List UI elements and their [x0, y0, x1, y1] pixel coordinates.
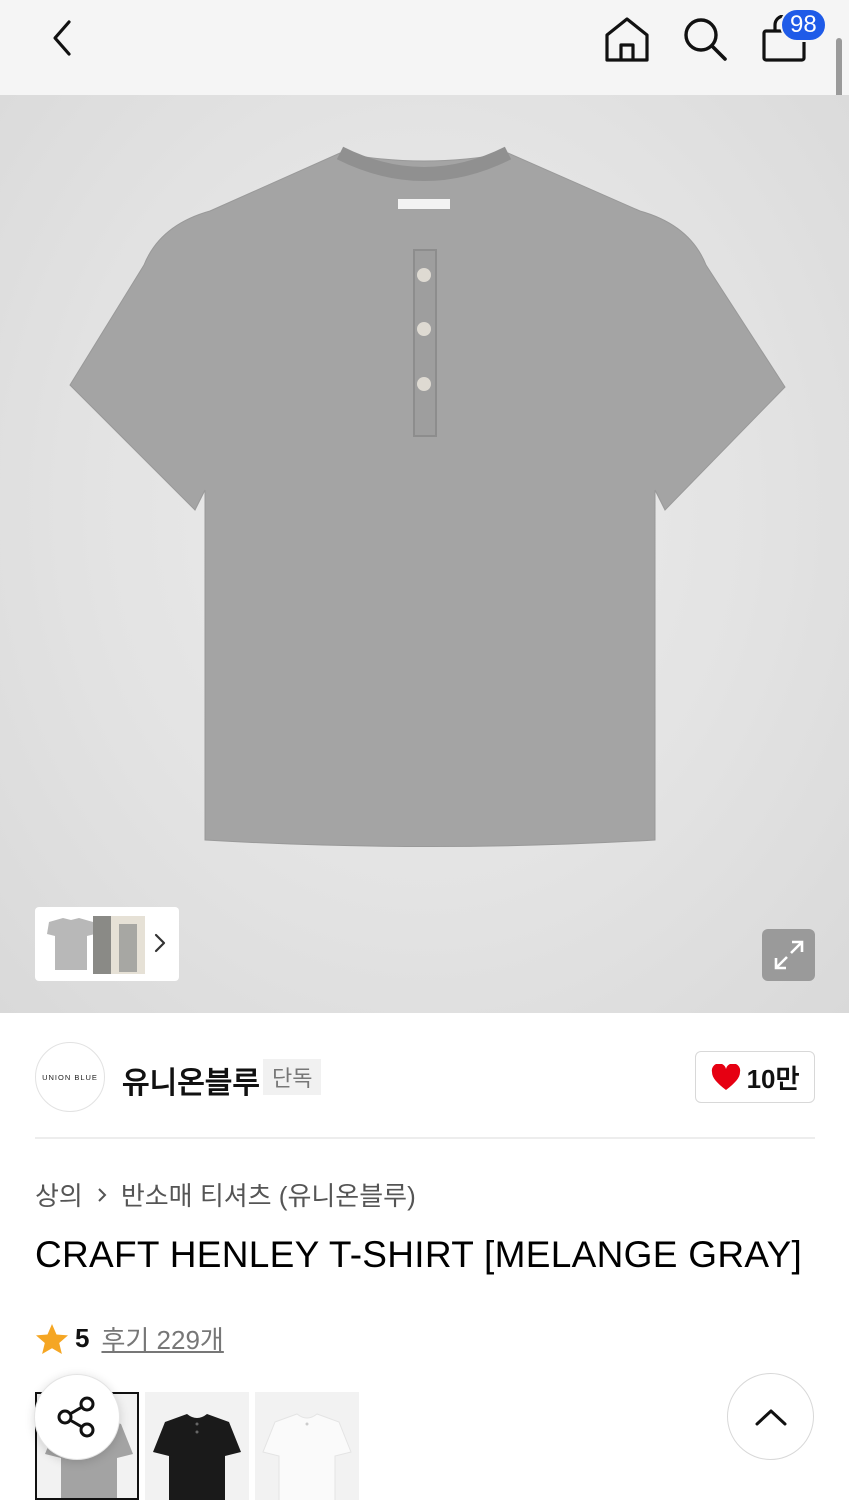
expand-image-button[interactable]	[762, 929, 815, 981]
thumbnail-images	[39, 914, 151, 974]
scroll-to-top-button[interactable]	[727, 1373, 814, 1460]
product-main-image	[69, 146, 786, 847]
brand-logo[interactable]: UNION BLUE	[35, 1042, 105, 1112]
product-image-gallery[interactable]	[0, 95, 849, 1013]
breadcrumb-subcategory[interactable]: 반소매 티셔츠 (유니온블루)	[121, 1176, 416, 1213]
search-button[interactable]	[678, 12, 732, 66]
back-button[interactable]	[36, 12, 88, 64]
brand-name[interactable]: 유니온블루	[122, 1058, 260, 1102]
chevron-left-icon	[53, 20, 71, 56]
product-title: CRAFT HENLEY T-SHIRT [MELANGE GRAY]	[35, 1234, 803, 1275]
breadcrumb: 상의 반소매 티셔츠 (유니온블루)	[35, 1176, 416, 1213]
variant-white[interactable]	[255, 1392, 359, 1500]
search-icon	[684, 18, 727, 61]
home-button[interactable]	[600, 12, 654, 66]
heart-icon	[711, 1063, 740, 1090]
chevron-up-icon	[755, 1409, 786, 1425]
cart-count-badge: 98	[780, 8, 827, 42]
expand-icon	[774, 940, 803, 970]
share-button[interactable]	[34, 1374, 120, 1460]
variant-image	[262, 1413, 352, 1500]
exclusive-tag: 단독	[263, 1059, 322, 1095]
variant-image	[153, 1414, 241, 1500]
variant-black[interactable]	[145, 1392, 249, 1500]
review-count-link[interactable]: 후기 229개	[101, 1320, 223, 1357]
product-rating: 5 후기 229개	[35, 1320, 224, 1357]
home-icon	[605, 17, 649, 62]
top-navigation-bar: 98	[0, 0, 849, 95]
chevron-right-icon	[154, 933, 166, 953]
like-count: 10만	[746, 1063, 800, 1094]
like-button[interactable]: 10만	[695, 1051, 815, 1103]
image-thumbnail-strip[interactable]	[35, 907, 179, 981]
star-icon	[36, 1323, 68, 1354]
breadcrumb-category[interactable]: 상의	[35, 1176, 83, 1213]
divider	[35, 1137, 815, 1139]
rating-score: 5	[75, 1323, 90, 1353]
share-icon	[57, 1396, 95, 1438]
chevron-right-icon	[98, 1187, 107, 1202]
